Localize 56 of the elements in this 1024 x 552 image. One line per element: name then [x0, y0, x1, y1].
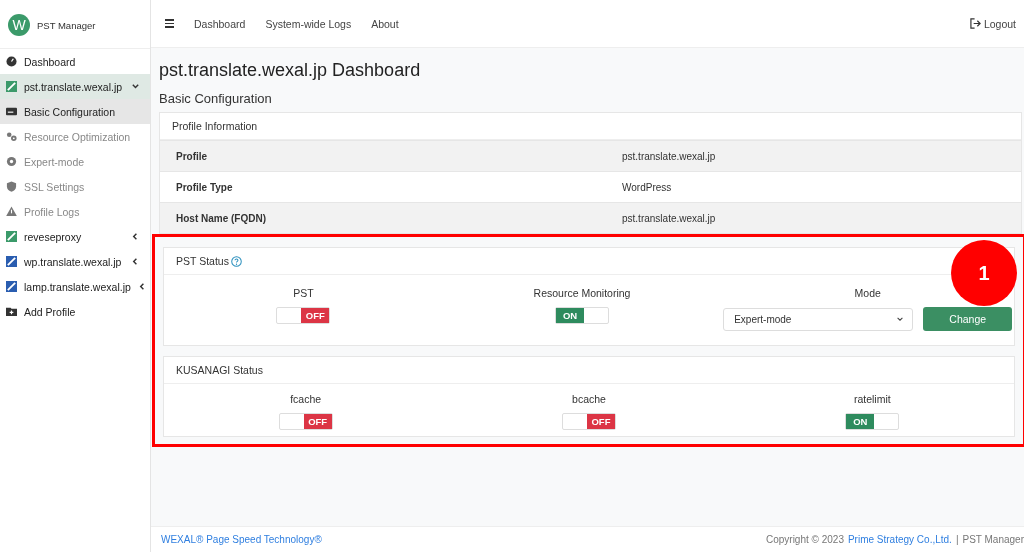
logout-icon [969, 18, 981, 29]
warning-icon [6, 206, 17, 217]
toggle-switch[interactable]: ON [845, 413, 900, 430]
toggle-switch[interactable]: OFF [276, 307, 331, 324]
sidebar-item[interactable]: reveseproxy [0, 224, 150, 249]
toggle-label: bcache [572, 393, 606, 405]
card-title: PST Status [176, 255, 229, 267]
change-button[interactable]: Change [923, 307, 1013, 331]
company-link[interactable]: Prime Strategy Co.,Ltd. [847, 534, 952, 545]
toggle-switch[interactable]: ON [555, 307, 610, 324]
card-title: KUSANAGI Status [164, 357, 1014, 384]
logo-icon: W [8, 14, 30, 36]
toggle-label: Resource Monitoring [533, 287, 631, 299]
toggle-switch[interactable]: OFF [278, 413, 333, 430]
shield-icon [6, 181, 17, 192]
table-cell-text: WordPress [621, 181, 672, 193]
logout-link[interactable]: Logout [969, 17, 1016, 30]
sidebar-item[interactable]: Add Profile [0, 299, 150, 324]
nav-link[interactable]: Dashboard [194, 17, 246, 30]
toggle-switch[interactable]: OFF [562, 413, 616, 430]
table-cell-text: pst.translate.wexal.jp [621, 150, 716, 162]
table-cell-text: Host Name (FQDN) [175, 212, 267, 224]
sidebar-item[interactable]: pst.translate.wexal.jp [0, 74, 150, 99]
copyright-text: Copyright © 2023 [765, 534, 844, 545]
toggle-label: PST [293, 287, 314, 299]
chevron-down-icon [896, 315, 905, 323]
mode-select[interactable]: Expert-mode [723, 307, 914, 331]
product-name: PST Manager [962, 534, 1024, 545]
section-title: Basic Configuration [159, 91, 273, 106]
nav-link[interactable]: System-wide Logs [265, 17, 352, 30]
app-name: PST Manager [37, 19, 96, 31]
menu-icon[interactable] [165, 19, 174, 28]
chevron-down-icon [131, 82, 140, 91]
sidebar-item[interactable]: wp.translate.wexal.jp [0, 249, 150, 274]
table-cell-text: Profile Type [175, 181, 234, 193]
sidebar-item[interactable]: lamp.translate.wexal.jp [0, 274, 150, 299]
help-icon[interactable] [230, 255, 242, 267]
nav-link[interactable]: About [371, 17, 399, 30]
chevron-left-icon [131, 257, 140, 266]
card-icon [6, 106, 17, 117]
toggle-label: ratelimit [853, 393, 891, 405]
sidebar-item[interactable]: Dashboard [0, 49, 150, 74]
toggle-label: fcache [290, 393, 322, 405]
gear-icon [6, 156, 17, 167]
separator-text: | [955, 534, 959, 545]
folder-plus-icon [6, 306, 17, 317]
page-title: pst.translate.wexal.jp Dashboard [159, 60, 422, 81]
table-cell-text: Profile [175, 150, 209, 162]
gauge-icon [6, 56, 17, 67]
footer-link[interactable]: WEXAL® Page Speed Technology® [161, 534, 322, 545]
chevron-left-icon [131, 232, 140, 241]
gears-icon [6, 131, 17, 142]
sidebar-item[interactable]: Basic Configuration [0, 99, 150, 124]
table-cell-text: pst.translate.wexal.jp [621, 212, 716, 224]
chevron-left-icon [137, 282, 147, 291]
mode-label: Mode [854, 287, 881, 299]
